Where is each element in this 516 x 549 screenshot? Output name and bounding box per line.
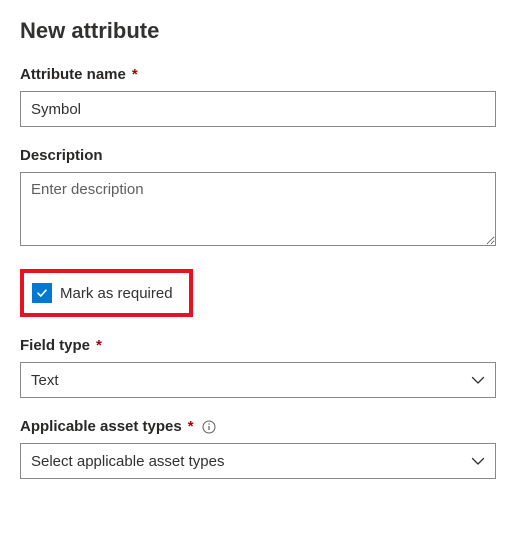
chevron-down-icon [469,371,487,389]
applicable-asset-types-placeholder: Select applicable asset types [31,453,224,470]
description-label-text: Description [20,147,103,164]
highlight-mark-as-required: Mark as required [20,269,193,317]
mark-as-required-checkbox[interactable] [32,283,52,303]
field-type-select[interactable]: Text [20,362,496,398]
applicable-asset-types-label: Applicable asset types * [20,418,216,435]
required-asterisk: * [188,418,194,435]
field-type-label-text: Field type [20,337,90,354]
field-field-type: Field type * Text [20,337,496,398]
checkmark-icon [35,286,49,300]
required-asterisk: * [96,337,102,354]
page-title: New attribute [20,18,496,44]
field-applicable-asset-types: Applicable asset types * Select applicab… [20,418,496,479]
field-description: Description [20,147,496,249]
mark-as-required-checkbox-row[interactable]: Mark as required [24,273,189,313]
field-attribute-name: Attribute name * [20,66,496,127]
attribute-name-label-text: Attribute name [20,66,126,83]
description-textarea[interactable] [20,172,496,246]
field-type-selected-value: Text [31,372,59,389]
attribute-name-label: Attribute name * [20,66,138,83]
mark-as-required-label: Mark as required [60,285,173,302]
info-icon[interactable] [202,420,216,434]
required-asterisk: * [132,66,138,83]
attribute-name-input[interactable] [20,91,496,127]
chevron-down-icon [469,452,487,470]
applicable-asset-types-label-text: Applicable asset types [20,418,182,435]
field-type-label: Field type * [20,337,102,354]
description-label: Description [20,147,103,164]
applicable-asset-types-select[interactable]: Select applicable asset types [20,443,496,479]
